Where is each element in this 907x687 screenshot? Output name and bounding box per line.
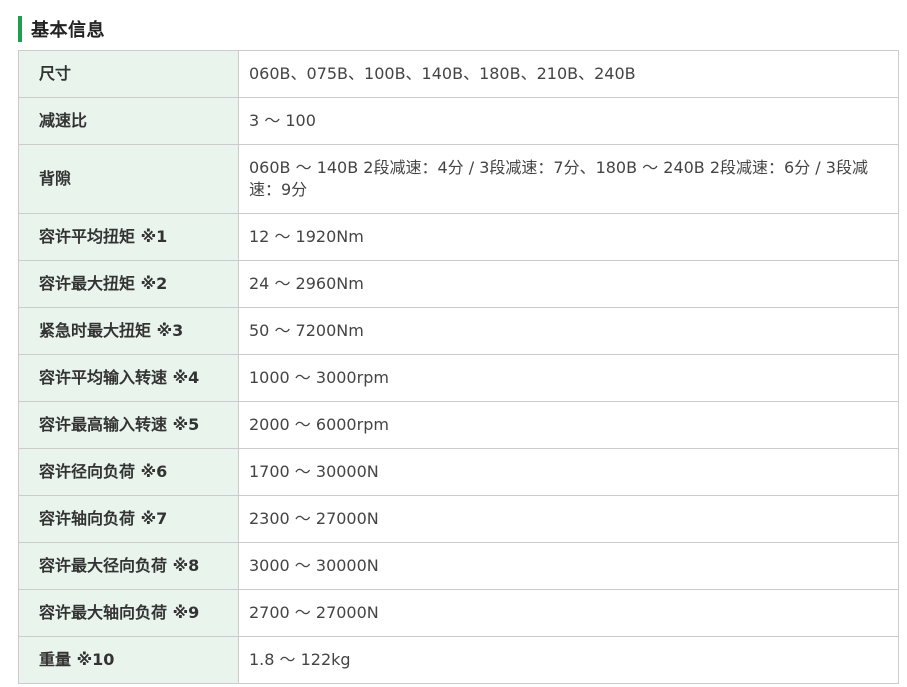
table-row: 容许平均输入转速 ※4 1000 ～ 3000rpm	[18, 354, 899, 402]
spec-label-max-torque: 容许最大扭矩 ※2	[18, 260, 239, 308]
table-row: 减速比 3 ～ 100	[18, 97, 899, 145]
spec-label-backlash: 背隙	[18, 144, 239, 214]
spec-value-size: 060B、075B、100B、140B、180B、210B、240B	[238, 50, 899, 98]
table-row: 尺寸 060B、075B、100B、140B、180B、210B、240B	[18, 50, 899, 98]
spec-label-reduction-ratio: 减速比	[18, 97, 239, 145]
table-row: 容许最大径向负荷 ※8 3000 ～ 30000N	[18, 542, 899, 590]
spec-label-avg-torque: 容许平均扭矩 ※1	[18, 213, 239, 261]
spec-value-axial-load: 2300 ～ 27000N	[238, 495, 899, 543]
spec-value-emergency-torque: 50 ～ 7200Nm	[238, 307, 899, 355]
spec-value-radial-load: 1700 ～ 30000N	[238, 448, 899, 496]
spec-label-max-input-speed: 容许最高输入转速 ※5	[18, 401, 239, 449]
table-row: 容许最大轴向负荷 ※9 2700 ～ 27000N	[18, 589, 899, 637]
table-row: 容许最大扭矩 ※2 24 ～ 2960Nm	[18, 260, 899, 308]
spec-label-radial-load: 容许径向负荷 ※6	[18, 448, 239, 496]
spec-label-avg-input-speed: 容许平均输入转速 ※4	[18, 354, 239, 402]
table-row: 容许平均扭矩 ※1 12 ～ 1920Nm	[18, 213, 899, 261]
section-heading: 基本信息	[18, 16, 105, 42]
spec-value-avg-torque: 12 ～ 1920Nm	[238, 213, 899, 261]
spec-label-max-axial-load: 容许最大轴向负荷 ※9	[18, 589, 239, 637]
spec-label-weight: 重量 ※10	[18, 636, 239, 684]
spec-value-backlash: 060B ～ 140B 2段减速：4分 / 3段减速：7分、180B ～ 240…	[238, 144, 899, 214]
spec-table: 尺寸 060B、075B、100B、140B、180B、210B、240B 减速…	[18, 50, 899, 684]
table-row: 容许轴向负荷 ※7 2300 ～ 27000N	[18, 495, 899, 543]
table-row: 紧急时最大扭矩 ※3 50 ～ 7200Nm	[18, 307, 899, 355]
spec-label-size: 尺寸	[18, 50, 239, 98]
spec-value-avg-input-speed: 1000 ～ 3000rpm	[238, 354, 899, 402]
spec-value-max-torque: 24 ～ 2960Nm	[238, 260, 899, 308]
spec-label-emergency-torque: 紧急时最大扭矩 ※3	[18, 307, 239, 355]
spec-label-axial-load: 容许轴向负荷 ※7	[18, 495, 239, 543]
table-row: 容许径向负荷 ※6 1700 ～ 30000N	[18, 448, 899, 496]
section-title: 基本信息	[31, 20, 105, 41]
spec-label-max-radial-load: 容许最大径向负荷 ※8	[18, 542, 239, 590]
table-row: 重量 ※10 1.8 ～ 122kg	[18, 636, 899, 684]
heading-accent-bar	[18, 16, 22, 42]
spec-value-weight: 1.8 ～ 122kg	[238, 636, 899, 684]
spec-value-max-axial-load: 2700 ～ 27000N	[238, 589, 899, 637]
spec-value-max-radial-load: 3000 ～ 30000N	[238, 542, 899, 590]
spec-value-reduction-ratio: 3 ～ 100	[238, 97, 899, 145]
spec-value-max-input-speed: 2000 ～ 6000rpm	[238, 401, 899, 449]
table-row: 容许最高输入转速 ※5 2000 ～ 6000rpm	[18, 401, 899, 449]
table-row: 背隙 060B ～ 140B 2段减速：4分 / 3段减速：7分、180B ～ …	[18, 144, 899, 214]
